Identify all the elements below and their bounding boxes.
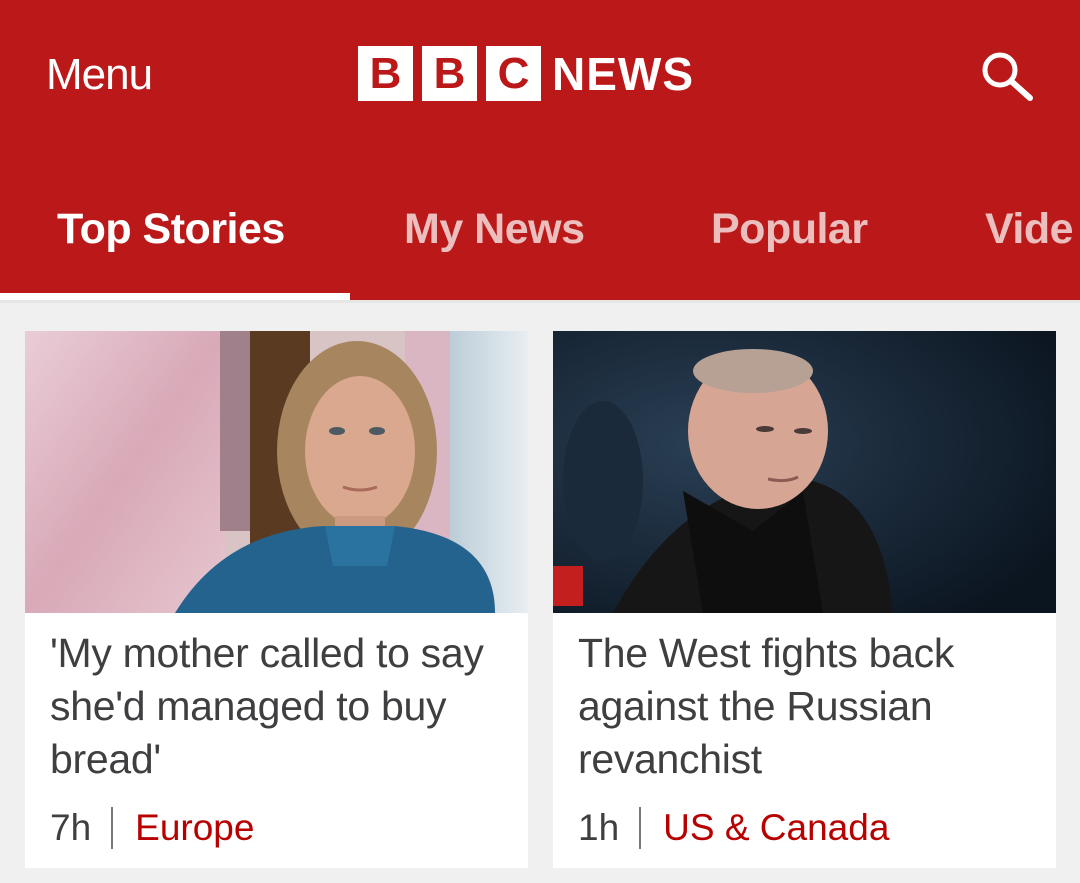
meta-divider (111, 807, 114, 849)
logo-letter-b1: B (358, 46, 413, 101)
section-tabs: Top Stories My News Popular Vide (0, 190, 1080, 300)
tab-video[interactable]: Vide (985, 205, 1074, 254)
story-card-2[interactable]: The West fights back against the Russian… (553, 331, 1056, 868)
header-divider (0, 300, 1080, 303)
logo-letter-b2: B (422, 46, 477, 101)
story-age: 1h (578, 807, 620, 848)
logo-word-news: NEWS (552, 47, 694, 100)
tab-popular[interactable]: Popular (711, 205, 868, 254)
story-meta: 1h US & Canada (578, 807, 889, 849)
story-section-link[interactable]: US & Canada (663, 807, 889, 849)
tab-my-news[interactable]: My News (404, 205, 585, 254)
search-icon[interactable] (978, 50, 1038, 102)
app-header: Menu B B C NEWS Top Stories My News Popu… (0, 0, 1080, 301)
meta-divider (639, 807, 642, 849)
story-age: 7h (50, 807, 92, 848)
menu-button[interactable]: Menu (46, 50, 153, 100)
story-card-1[interactable]: 'My mother called to say she'd managed t… (25, 331, 528, 868)
story-section-link[interactable]: Europe (135, 807, 254, 849)
bbc-news-logo[interactable]: B B C NEWS (358, 46, 694, 101)
story-headline[interactable]: The West fights back against the Russian… (578, 627, 1038, 786)
story-image-woman (25, 331, 528, 613)
tab-top-stories[interactable]: Top Stories (57, 205, 285, 254)
story-meta: 7h Europe (50, 807, 254, 849)
logo-letter-c: C (486, 46, 541, 101)
story-headline[interactable]: 'My mother called to say she'd managed t… (50, 627, 510, 786)
story-image-man (553, 331, 1056, 613)
